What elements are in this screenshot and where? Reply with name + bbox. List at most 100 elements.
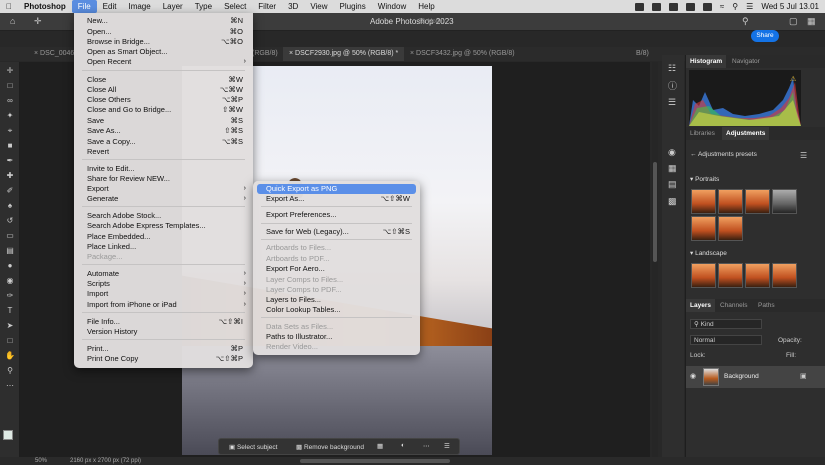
healing-brush-icon[interactable]: ✚ — [5, 172, 15, 180]
file-menu-item-place-linked[interactable]: Place Linked... — [74, 242, 253, 252]
menu-edit[interactable]: Edit — [97, 0, 123, 13]
control-center-icon[interactable]: ☰ — [746, 2, 753, 11]
layer-kind-filter[interactable]: ⚲ Kind — [690, 319, 762, 329]
tab-layers[interactable]: Layers — [686, 299, 715, 312]
preset-thumbnail[interactable] — [718, 189, 743, 214]
portraits-section[interactable]: ▾ Portraits — [690, 175, 719, 183]
foreground-color-swatch[interactable] — [3, 430, 13, 440]
status-app-icon[interactable] — [685, 2, 695, 11]
export-menu-item-paths-to-illustrator[interactable]: Paths to Illustrator... — [253, 332, 420, 342]
home-icon[interactable]: ⌂ — [10, 16, 15, 26]
file-menu-item-save-a-copy[interactable]: Save a Copy... ⌥⌘S — [74, 137, 253, 147]
list-view-icon[interactable]: ☰ — [800, 151, 807, 160]
menu-layer[interactable]: Layer — [157, 0, 189, 13]
file-menu-item-save-as[interactable]: Save As... ⇧⌘S — [74, 126, 253, 136]
warning-icon[interactable]: ⚠ — [790, 75, 796, 83]
file-menu-item-open-as-smart-object[interactable]: Open as Smart Object... — [74, 47, 253, 57]
menu-file[interactable]: File — [71, 0, 97, 13]
patterns-panel-icon[interactable]: ▩ — [668, 196, 677, 207]
preset-thumbnail[interactable] — [718, 216, 743, 241]
crop-icon[interactable]: ⌖ — [5, 127, 15, 135]
status-app-icon[interactable] — [651, 2, 661, 11]
preset-thumbnail[interactable] — [745, 263, 770, 288]
file-menu-item-import[interactable]: Import › — [74, 289, 253, 299]
more-icon[interactable]: ⋯ — [423, 442, 430, 450]
menu-3d[interactable]: 3D — [282, 0, 304, 13]
eraser-icon[interactable]: ▭ — [5, 232, 15, 240]
clone-stamp-icon[interactable]: ♠ — [5, 202, 15, 210]
preset-thumbnail[interactable] — [772, 263, 797, 288]
export-menu-item-export-as[interactable]: Export As... ⌥⇧⌘W — [253, 194, 420, 204]
menu-app[interactable]: Photoshop — [18, 0, 72, 13]
frame-icon[interactable]: ▢ — [789, 16, 798, 27]
vertical-scrollbar[interactable] — [652, 62, 658, 457]
eyedropper-icon[interactable]: ✒ — [5, 157, 15, 165]
export-menu-item-save-for-web-legacy[interactable]: Save for Web (Legacy)... ⌥⇧⌘S — [253, 227, 420, 237]
landscape-section[interactable]: ▾ Landscape — [690, 249, 727, 257]
gradients-panel-icon[interactable]: ▤ — [668, 179, 677, 190]
tab-dsc0046[interactable]: × DSC_0046 — [28, 47, 80, 61]
scrollbar-thumb[interactable] — [653, 162, 657, 262]
file-menu-item-close[interactable]: Close ⌘W — [74, 75, 253, 85]
history-brush-icon[interactable]: ↺ — [5, 217, 15, 225]
export-menu-item-export-for-aero[interactable]: Export For Aero... — [253, 264, 420, 274]
file-menu-item-version-history[interactable]: Version History — [74, 327, 253, 337]
file-menu-item-print-one-copy[interactable]: Print One Copy ⌥⇧⌘P — [74, 354, 253, 364]
tab-paths[interactable]: Paths — [754, 299, 779, 312]
pen-icon[interactable]: ✑ — [5, 292, 15, 300]
file-menu-item-import-from-iphone-or-ipad[interactable]: Import from iPhone or iPad › — [74, 300, 253, 310]
lock-icon[interactable]: ▣ — [800, 372, 807, 380]
export-menu-item-export-preferences[interactable]: Export Preferences... — [253, 210, 420, 220]
file-menu-item-place-embedded[interactable]: Place Embedded... — [74, 232, 253, 242]
visibility-eye-icon[interactable]: ◉ — [690, 372, 696, 380]
type-tool-icon[interactable]: T — [5, 307, 15, 315]
clock[interactable]: Wed 5 Jul 13.01 — [761, 2, 819, 11]
file-menu-item-export[interactable]: Export › — [74, 184, 253, 194]
path-select-icon[interactable]: ➤ — [5, 322, 15, 330]
preset-thumbnail[interactable] — [745, 189, 770, 214]
file-menu-item-share-for-review-new[interactable]: Share for Review NEW... — [74, 174, 253, 184]
artboard-icon[interactable]: □ — [5, 82, 15, 90]
menu-window[interactable]: Window — [372, 0, 412, 13]
menu-plugins[interactable]: Plugins — [334, 0, 372, 13]
move-tool-icon[interactable]: ✛ — [5, 67, 15, 75]
status-app-icon[interactable] — [668, 2, 678, 11]
file-menu-item-automate[interactable]: Automate › — [74, 269, 253, 279]
tab-adjustments[interactable]: Adjustments — [722, 127, 770, 140]
file-menu-item-open[interactable]: Open... ⌘O — [74, 27, 253, 37]
properties-panel-icon[interactable]: ☰ — [668, 97, 676, 108]
swatches-panel-icon[interactable]: ▦ — [668, 163, 677, 174]
preset-thumbnail[interactable] — [691, 263, 716, 288]
horizontal-scrollbar-thumb[interactable] — [300, 459, 450, 463]
remove-background-button[interactable]: ▩ Remove background — [296, 443, 364, 451]
tab-channels[interactable]: Channels — [716, 299, 751, 312]
file-menu-item-close-all[interactable]: Close All ⌥⌘W — [74, 85, 253, 95]
menu-help[interactable]: Help — [412, 0, 440, 13]
file-menu-item-save[interactable]: Save ⌘S — [74, 116, 253, 126]
tab-histogram[interactable]: Histogram — [686, 55, 727, 68]
tab-dscf2930[interactable]: × DSCF2930.jpg @ 50% (RGB/8) * — [283, 47, 405, 61]
file-menu-item-close-others[interactable]: Close Others ⌥⌘P — [74, 95, 253, 105]
file-menu-item-invite-to-edit[interactable]: Invite to Edit... — [74, 164, 253, 174]
select-subject-button[interactable]: ▣ Select subject — [229, 443, 277, 451]
menu-type[interactable]: Type — [189, 0, 218, 13]
hand-icon[interactable]: ✋ — [5, 352, 15, 360]
apple-icon[interactable]:  — [0, 0, 18, 13]
tab-navigator[interactable]: Navigator — [728, 55, 764, 68]
lasso-icon[interactable]: ∞ — [5, 97, 15, 105]
preset-thumbnail[interactable] — [691, 216, 716, 241]
preset-thumbnail[interactable] — [718, 263, 743, 288]
export-menu-item-color-lookup-tables[interactable]: Color Lookup Tables... — [253, 305, 420, 315]
more-tools-icon[interactable]: ⋯ — [5, 382, 15, 390]
menu-select[interactable]: Select — [218, 0, 252, 13]
file-menu-item-file-info[interactable]: File Info... ⌥⇧⌘I — [74, 317, 253, 327]
rectangle-icon[interactable]: □ — [5, 337, 15, 345]
status-app-icon[interactable] — [702, 2, 712, 11]
layer-name[interactable]: Background — [724, 373, 759, 380]
frame-tool-icon[interactable]: ■ — [5, 142, 15, 150]
file-menu-item-generate[interactable]: Generate › — [74, 194, 253, 204]
gradient-icon[interactable]: ▤ — [5, 247, 15, 255]
color-panel-icon[interactable]: ◉ — [668, 147, 676, 158]
menu-image[interactable]: Image — [122, 0, 156, 13]
preset-thumbnail[interactable] — [691, 189, 716, 214]
